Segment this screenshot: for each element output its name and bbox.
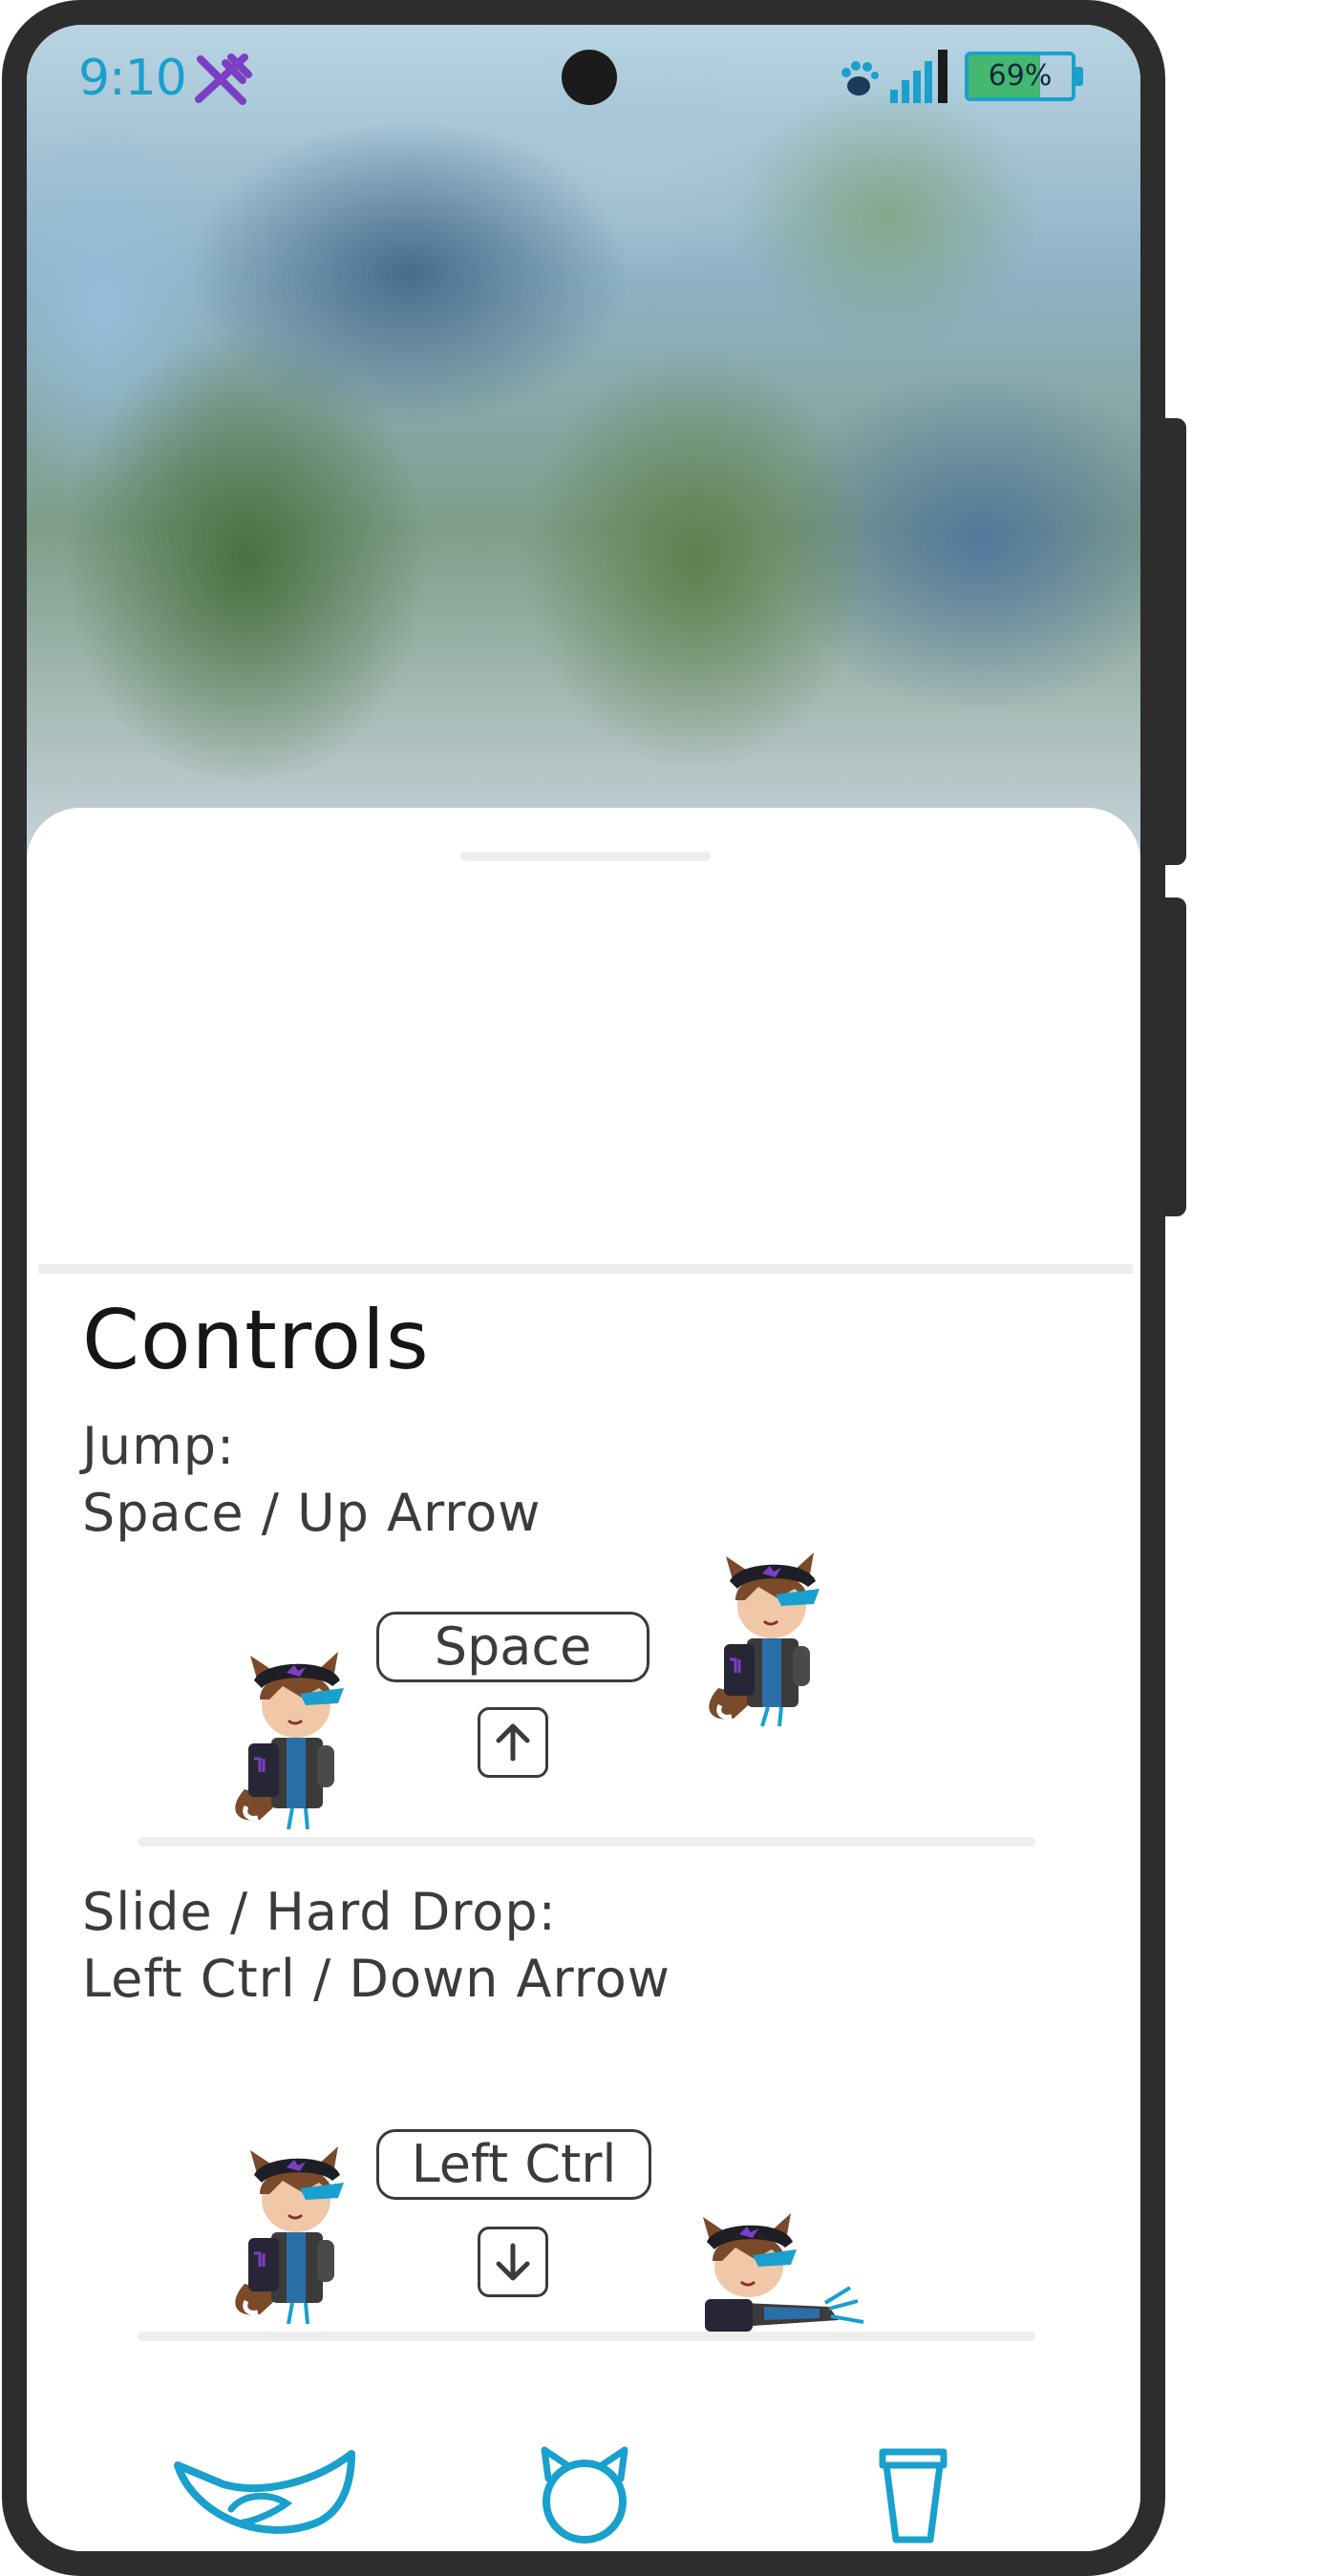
cat-ears-icon[interactable] [535, 2446, 634, 2545]
battery-tip [1075, 67, 1083, 86]
arrow-down-icon [496, 2243, 530, 2281]
battery-percent: 69% [988, 59, 1053, 93]
control-action-label: Jump: [82, 1416, 236, 1476]
fork-knife-icon [195, 53, 252, 105]
phone-screen: 9:10 69% Controls Jump: Space / Up Arrow… [27, 25, 1140, 2551]
slide-ground-line [138, 2332, 1035, 2341]
character-sliding-sprite [703, 2213, 864, 2332]
left-ctrl-key-button[interactable]: Left Ctrl [376, 2129, 651, 2200]
cup-icon[interactable] [873, 2446, 953, 2545]
jump-ground-line [138, 1837, 1035, 1847]
bottom-nav [27, 2446, 1140, 2551]
space-key-button[interactable]: Space [376, 1612, 649, 1682]
control-action-label: Slide / Hard Drop: [82, 1882, 557, 1942]
paw-icon [841, 61, 879, 95]
control-slide: Slide / Hard Drop: Left Ctrl / Down Arro… [82, 1879, 671, 2013]
sheet-drag-handle[interactable] [460, 852, 711, 861]
sheet-divider [38, 1264, 1133, 1274]
down-arrow-key-button[interactable] [478, 2227, 548, 2297]
status-time: 9:10 [78, 50, 187, 107]
control-jump: Jump: Space / Up Arrow [82, 1413, 541, 1547]
tail-icon[interactable] [174, 2446, 355, 2544]
arrow-up-icon [496, 1723, 530, 1762]
character-jumping-sprite [709, 1552, 820, 1727]
wallpaper-background [27, 25, 1140, 865]
up-arrow-key-button[interactable] [478, 1707, 548, 1778]
phone-frame: 9:10 69% Controls Jump: Space / Up Arrow… [2, 0, 1165, 2576]
camera-hole [562, 50, 617, 105]
control-keys-label: Space / Up Arrow [82, 1483, 542, 1543]
controls-sheet: Controls Jump: Space / Up Arrow Space Sl… [27, 808, 1140, 2551]
character-standing-sprite [235, 1652, 344, 1829]
page-title: Controls [82, 1293, 430, 1388]
control-keys-label: Left Ctrl / Down Arrow [82, 1949, 671, 2009]
character-standing-sprite [235, 2146, 344, 2324]
battery-indicator: 69% [965, 52, 1075, 101]
signal-bars-icon [890, 50, 947, 103]
